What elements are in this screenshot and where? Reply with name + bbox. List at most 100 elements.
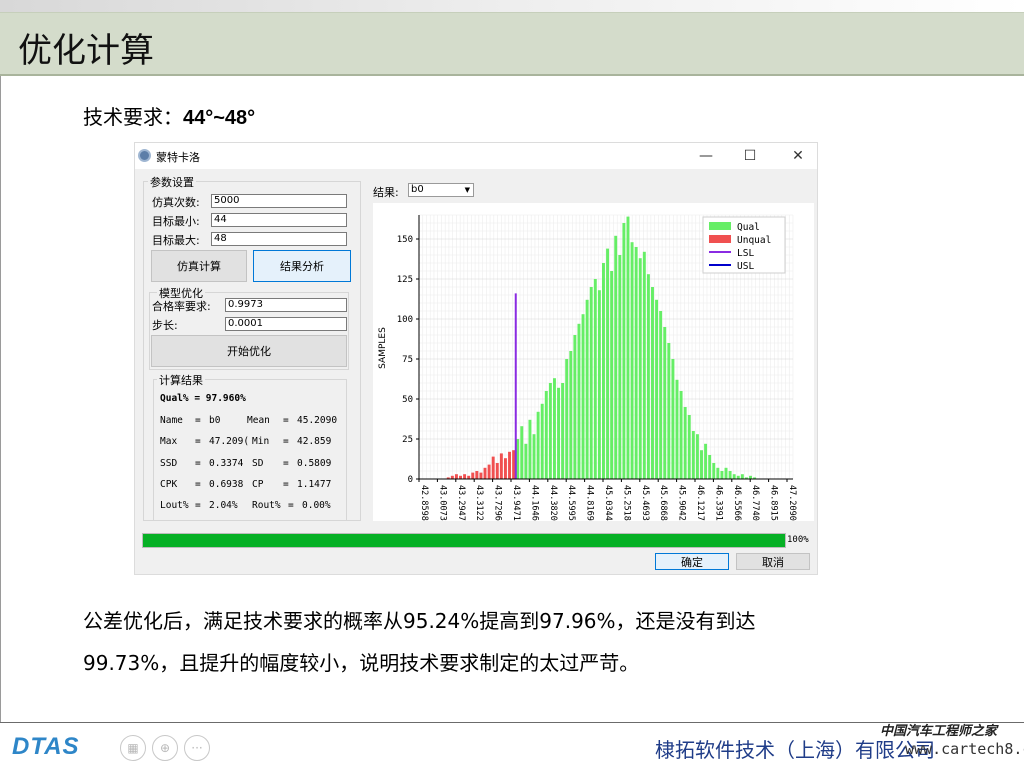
x-tick-label: 45.0344 bbox=[603, 485, 613, 521]
histogram-bar bbox=[655, 299, 659, 479]
more-icon[interactable]: ··· bbox=[184, 735, 210, 761]
histogram-bar bbox=[720, 471, 724, 479]
target-min-input[interactable]: 44 bbox=[211, 213, 347, 227]
watermark-url: www.cartech8.com bbox=[905, 740, 1024, 758]
conclusion-line-2: 99.73%，且提升的幅度较小，说明技术要求制定的太过严苛。 bbox=[83, 651, 640, 675]
histogram-bar bbox=[561, 383, 565, 479]
result-value: 0.6938 bbox=[209, 479, 244, 490]
histogram-bar bbox=[659, 311, 663, 479]
close-button[interactable]: ✕ bbox=[783, 147, 813, 165]
x-tick-label: 44.3820 bbox=[548, 485, 558, 521]
result-value: 0.3374 bbox=[209, 458, 244, 469]
result-selector[interactable]: b0 ▼ bbox=[408, 183, 474, 197]
zoom-icon[interactable]: ⊕ bbox=[152, 735, 178, 761]
legend-label: USL bbox=[737, 261, 754, 272]
result-eq: = bbox=[195, 415, 201, 426]
histogram-bar bbox=[618, 255, 622, 479]
histogram-bar bbox=[520, 426, 524, 479]
minimize-button[interactable]: — bbox=[691, 147, 721, 165]
result-key: Name bbox=[160, 415, 183, 426]
target-max-label: 目标最大: bbox=[152, 234, 200, 247]
x-tick-label: 46.5566 bbox=[732, 485, 742, 521]
histogram-bar bbox=[695, 434, 699, 479]
result-eq: = bbox=[283, 415, 289, 426]
histogram-bar bbox=[602, 263, 605, 479]
x-tick-label: 45.2518 bbox=[621, 485, 631, 521]
x-tick-label: 44.1646 bbox=[529, 485, 539, 521]
chevron-down-icon: ▼ bbox=[464, 186, 470, 194]
histogram-svg: 0 25 50 75 100 125 150 SAMPLES 42.8598 43.0073 43.… bbox=[378, 214, 797, 521]
x-tick-label: 45.4693 bbox=[640, 485, 650, 521]
progress-fill bbox=[143, 534, 785, 547]
result-eq: = bbox=[195, 436, 201, 447]
x-tick-label: 43.2947 bbox=[456, 485, 466, 521]
y-tick-label: 25 bbox=[402, 435, 413, 445]
histogram-bar bbox=[548, 383, 552, 479]
histogram-bar bbox=[524, 443, 528, 479]
step-input[interactable]: 0.0001 bbox=[225, 317, 347, 331]
result-eq: = bbox=[195, 479, 201, 490]
result-selector-label: 结果: bbox=[373, 186, 399, 199]
legend-swatch bbox=[709, 222, 731, 230]
legend-label: Qual bbox=[737, 222, 760, 233]
y-tick-label: 125 bbox=[397, 275, 413, 285]
histogram-bar bbox=[565, 359, 569, 479]
histogram-bar bbox=[663, 327, 667, 479]
watermark-text: 中国汽车工程师之家 bbox=[880, 724, 998, 739]
pass-rate-input[interactable]: 0.9973 bbox=[225, 298, 347, 312]
result-key: Lout% bbox=[160, 500, 189, 511]
result-selector-value: b0 bbox=[411, 184, 424, 195]
histogram-bar bbox=[536, 411, 540, 479]
histogram-bar bbox=[483, 467, 487, 479]
cancel-button[interactable]: 取消 bbox=[736, 553, 810, 570]
requirement-text: 技术要求：44°~48° bbox=[83, 101, 255, 130]
slide-title: 优化计算 bbox=[18, 31, 154, 71]
params-group-label: 参数设置 bbox=[148, 174, 196, 190]
maximize-button[interactable]: ☐ bbox=[735, 147, 765, 165]
x-tick-label: 43.0073 bbox=[437, 485, 447, 521]
histogram-bar bbox=[724, 467, 728, 479]
grid-icon[interactable]: ▦ bbox=[120, 735, 146, 761]
dtas-logo: DTAS bbox=[12, 733, 80, 760]
histogram-bar bbox=[683, 407, 687, 479]
result-key: CPK bbox=[160, 479, 178, 490]
results-group-label: 计算结果 bbox=[157, 372, 205, 388]
sim-count-input[interactable]: 5000 bbox=[211, 194, 347, 208]
histogram-bar bbox=[610, 271, 614, 479]
result-key: Min bbox=[252, 436, 270, 447]
histogram-bar bbox=[646, 274, 650, 479]
analyze-button[interactable]: 结果分析 bbox=[253, 250, 351, 282]
footer-nav-icons: ▦ ⊕ ··· bbox=[120, 735, 210, 761]
start-optimize-button[interactable]: 开始优化 bbox=[151, 335, 347, 367]
histogram-bar bbox=[606, 248, 610, 479]
histogram-bar bbox=[667, 343, 671, 479]
histogram-chart: 0 25 50 75 100 125 150 SAMPLES 42.8598 43.0073 43.… bbox=[373, 203, 814, 521]
result-value: b0 bbox=[209, 415, 221, 426]
result-value: 0.00% bbox=[302, 500, 331, 511]
result-key: SSD bbox=[160, 458, 178, 469]
target-max-input[interactable]: 48 bbox=[211, 232, 347, 246]
ok-button[interactable]: 确定 bbox=[655, 553, 729, 570]
histogram-bar bbox=[512, 450, 516, 479]
conclusion-line-1: 公差优化后，满足技术要求的概率从95.24%提高到97.96%，还是没有到达 bbox=[83, 609, 756, 633]
legend-label: Unqual bbox=[737, 235, 771, 246]
y-axis-label: SAMPLES bbox=[378, 327, 388, 369]
result-value: 47.209( bbox=[209, 436, 250, 447]
histogram-bar bbox=[552, 378, 556, 479]
qual-percent: Qual% = 97.960% bbox=[160, 393, 246, 404]
histogram-bar bbox=[704, 443, 708, 479]
result-key: Rout% bbox=[252, 500, 281, 511]
x-tick-label: 44.8169 bbox=[585, 485, 595, 521]
histogram-bar bbox=[585, 299, 589, 479]
target-min-label: 目标最小: bbox=[152, 215, 200, 228]
histogram-bar bbox=[671, 359, 675, 479]
histogram-bar bbox=[557, 387, 561, 479]
result-key: Mean bbox=[247, 415, 270, 426]
simulate-button[interactable]: 仿真计算 bbox=[151, 250, 247, 282]
window-titlebar[interactable]: 蒙特卡洛 — ☐ ✕ bbox=[135, 143, 817, 169]
histogram-bar bbox=[712, 463, 716, 479]
x-tick-label: 46.1217 bbox=[695, 485, 705, 521]
footer-divider bbox=[0, 722, 1024, 723]
histogram-bar bbox=[479, 472, 483, 479]
result-eq: = bbox=[195, 458, 201, 469]
